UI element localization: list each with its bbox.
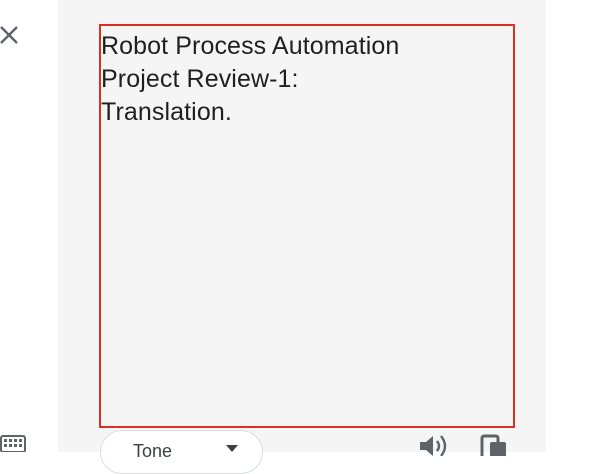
close-icon (0, 26, 18, 44)
keyboard-icon[interactable] (0, 434, 26, 453)
listen-button[interactable] (418, 432, 452, 457)
translation-output-box[interactable]: Robot Process Automation Project Review-… (99, 24, 515, 428)
copy-button[interactable] (478, 432, 512, 460)
translation-output-text: Robot Process Automation Project Review-… (101, 32, 400, 126)
tone-dropdown[interactable]: Tone (100, 430, 263, 474)
copy-icon (480, 434, 506, 460)
close-button[interactable] (0, 24, 20, 46)
translation-output-panel: Robot Process Automation Project Review-… (58, 0, 546, 474)
speaker-icon (420, 435, 447, 457)
